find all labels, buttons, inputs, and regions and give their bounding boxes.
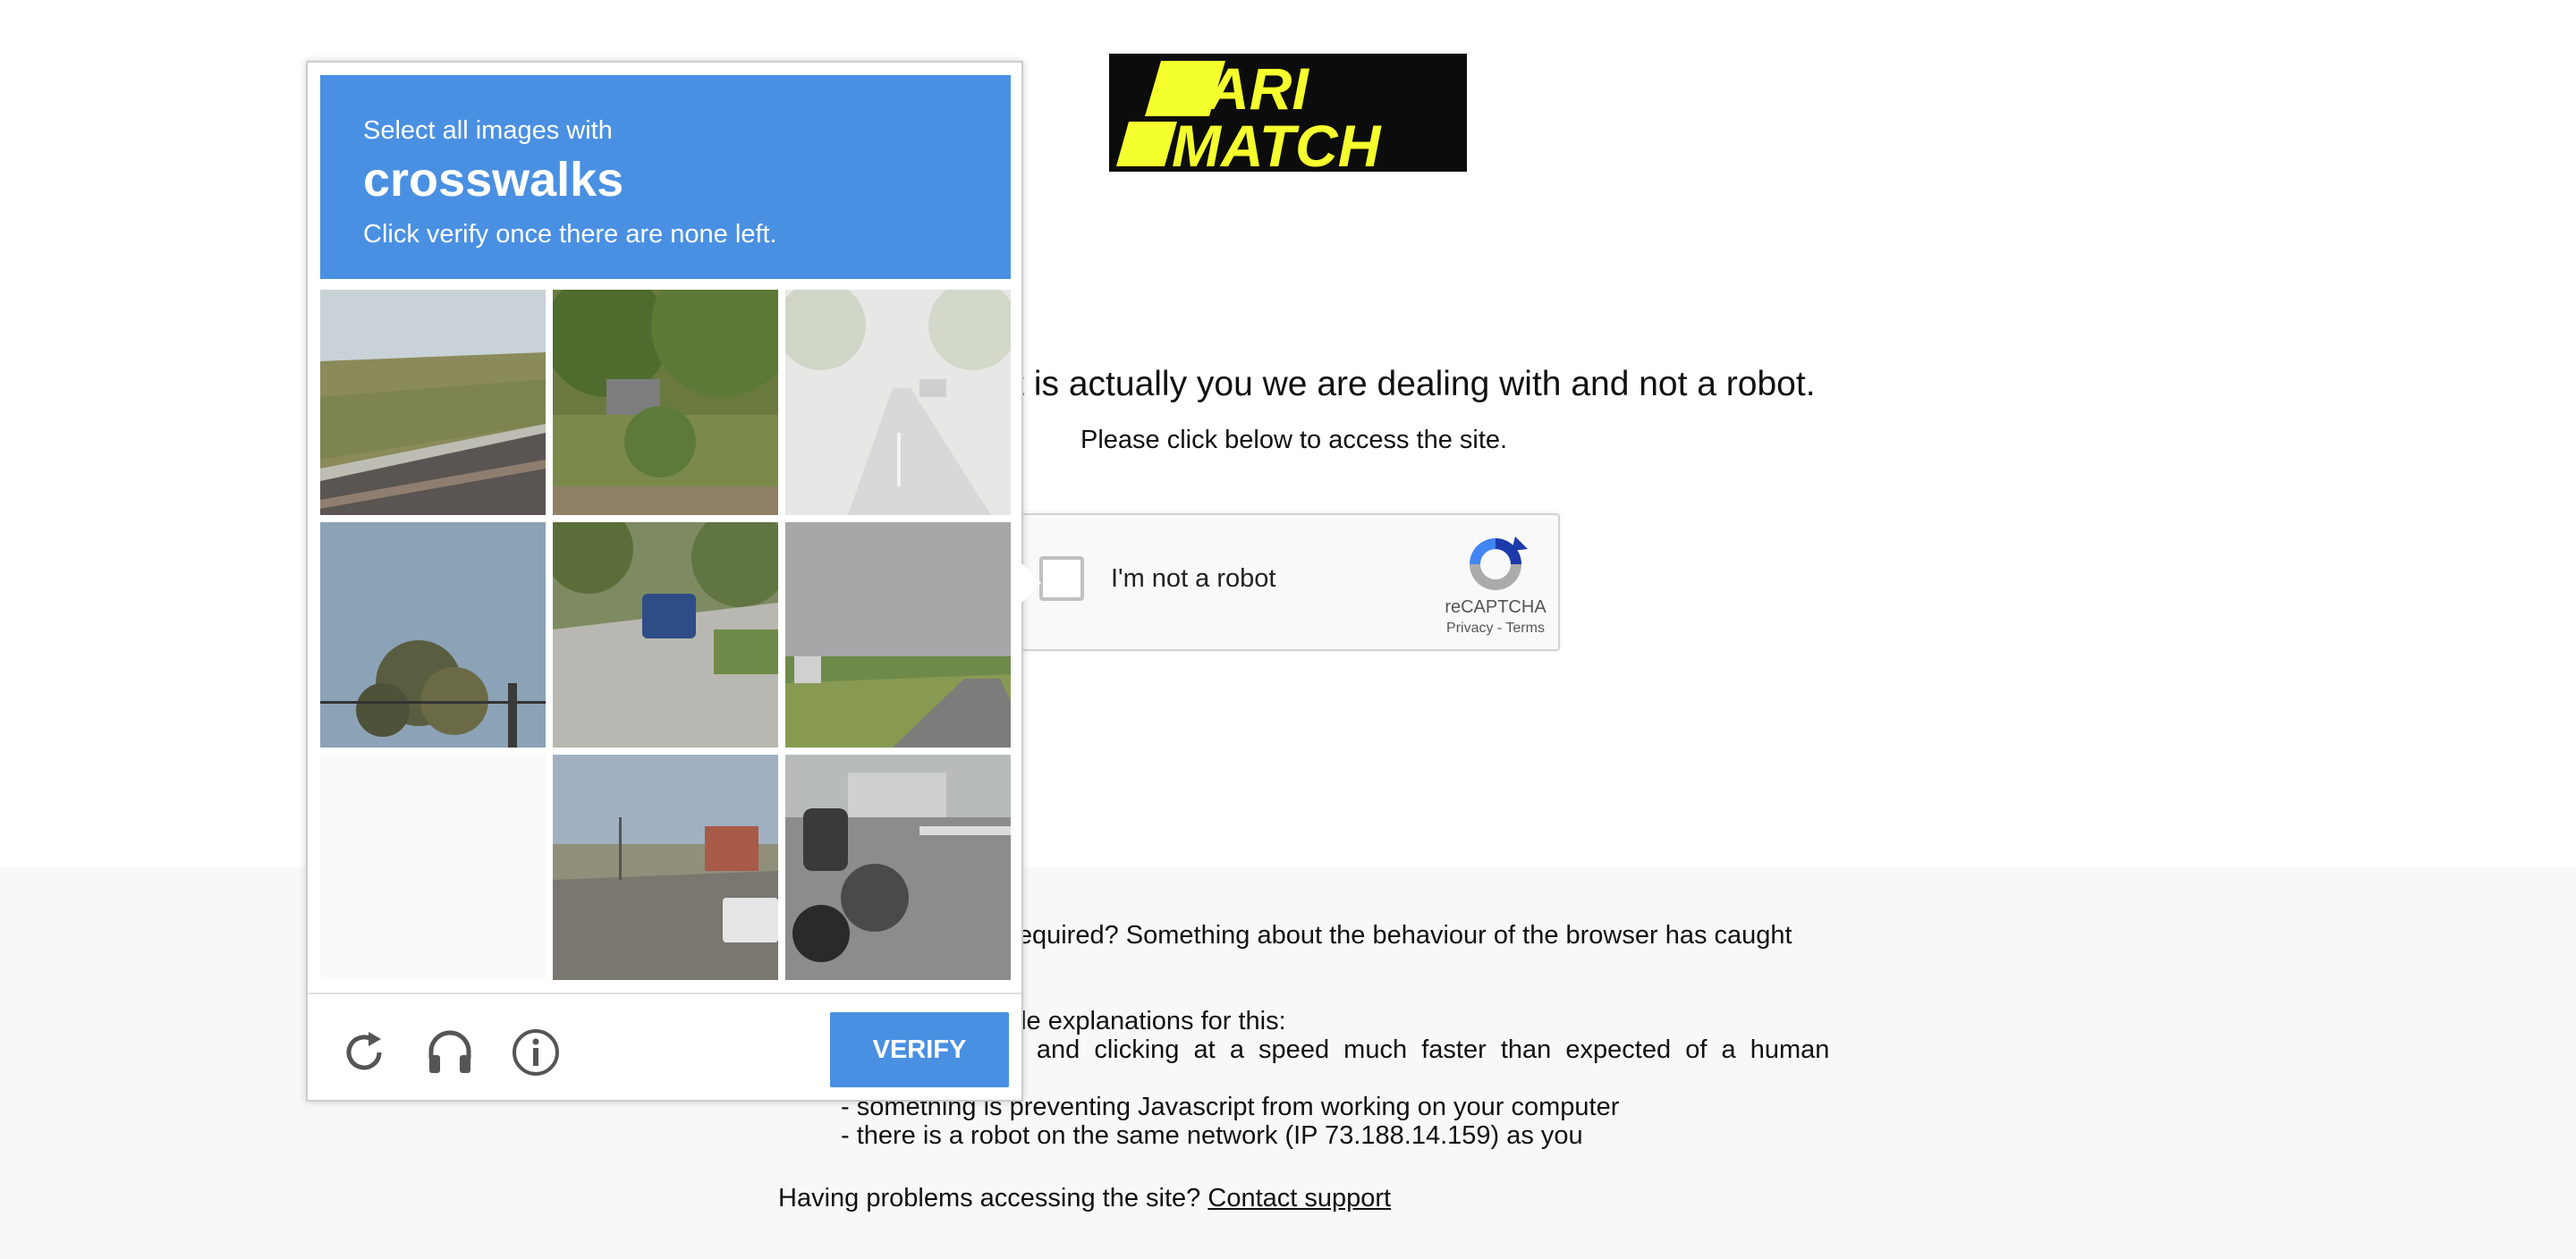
challenge-note: Click verify once there are none left. <box>363 220 777 249</box>
terms-link[interactable]: Terms <box>1505 621 1545 636</box>
not-robot-checkbox[interactable] <box>1039 556 1084 601</box>
recaptcha-brand: reCAPTCHA <box>1445 597 1546 617</box>
challenge-tile-9[interactable] <box>785 755 1011 980</box>
challenge-tile-7[interactable] <box>320 755 546 980</box>
challenge-tile-6[interactable] <box>785 522 1011 748</box>
explanation-line-1: n required? Something about the behaviou… <box>987 921 1792 950</box>
not-robot-label: I'm not a robot <box>1111 564 1276 593</box>
recaptcha-anchor: I'm not a robot reCAPTCHA Privacy - Term… <box>1011 513 1560 651</box>
page-headline: re it is actually you we are dealing wit… <box>966 365 1816 403</box>
challenge-target: crosswalks <box>363 153 624 207</box>
reload-icon[interactable] <box>338 1027 390 1078</box>
challenge-tile-3[interactable] <box>785 290 1011 515</box>
challenge-tile-4[interactable] <box>320 522 546 748</box>
challenge-header: Select all images with crosswalks Click … <box>320 75 1011 279</box>
contact-support-link[interactable]: Contact support <box>1208 1184 1391 1213</box>
recaptcha-logo-icon <box>1460 533 1531 596</box>
explanation-line-2: sible explanations for this: <box>987 1007 1286 1035</box>
challenge-tile-5[interactable] <box>553 522 778 748</box>
dialog-pointer <box>1021 563 1041 603</box>
challenge-footer: VERIFY <box>308 993 1021 1102</box>
captcha-challenge-dialog: Select all images with crosswalks Click … <box>306 61 1041 1102</box>
info-icon[interactable] <box>510 1027 562 1078</box>
logo-text-pari: PARI <box>1172 55 1309 122</box>
parimatch-logo: PARI MATCH <box>1109 54 1467 172</box>
explanation-line-3: ing and clicking at a speed much faster … <box>987 1035 1830 1064</box>
headphones-icon[interactable] <box>424 1027 476 1078</box>
page-subline: Please click below to access the site. <box>1080 426 1508 454</box>
verify-button[interactable]: VERIFY <box>830 1012 1009 1087</box>
challenge-tile-1[interactable] <box>320 290 546 515</box>
links-separator: - <box>1493 621 1506 636</box>
challenge-instruction: Select all images with <box>363 116 613 145</box>
challenge-image-grid <box>320 290 1011 980</box>
support-prompt: Having problems accessing the site? <box>778 1184 1201 1213</box>
support-row: Having problems accessing the site? Cont… <box>778 1184 1391 1213</box>
challenge-tile-2[interactable] <box>553 290 778 515</box>
explanation-line-5: - there is a robot on the same network (… <box>841 1121 1583 1150</box>
privacy-link[interactable]: Privacy <box>1446 621 1493 636</box>
recaptcha-links: Privacy - Terms <box>1406 621 1585 637</box>
logo-text-match: MATCH <box>1172 113 1382 172</box>
challenge-tile-8[interactable] <box>553 755 778 980</box>
